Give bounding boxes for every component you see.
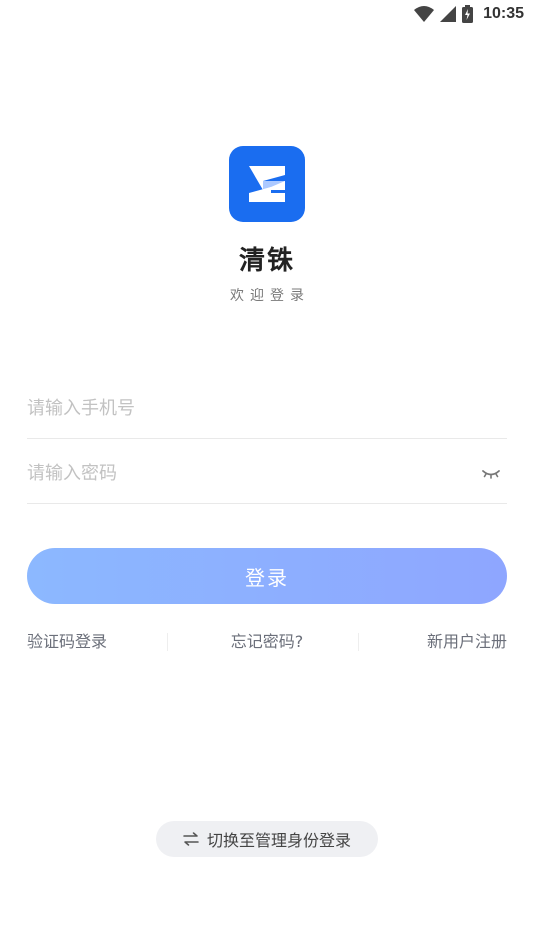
status-bar: 10:35 (0, 0, 534, 28)
auth-links: 验证码登录 忘记密码? 新用户注册 (27, 630, 507, 654)
phone-field-container (27, 378, 507, 439)
password-input[interactable] (27, 453, 507, 493)
sms-login-link[interactable]: 验证码登录 (27, 630, 107, 654)
welcome-subtitle: 欢迎登录 (230, 288, 310, 304)
battery-icon (462, 5, 474, 23)
register-link[interactable]: 新用户注册 (427, 630, 507, 654)
eye-closed-icon[interactable] (481, 463, 501, 483)
forgot-password-link[interactable]: 忘记密码? (231, 632, 304, 651)
signal-icon (440, 6, 457, 22)
switch-admin-login-button[interactable]: 切换至管理身份登录 (156, 821, 378, 857)
wifi-icon (414, 6, 435, 22)
logo-z-icon (249, 166, 285, 202)
swap-arrows-icon (183, 832, 199, 846)
status-icons: 10:35 (414, 4, 524, 24)
app-logo (229, 146, 305, 222)
login-button[interactable]: 登录 (27, 548, 507, 604)
link-divider (358, 633, 359, 651)
link-divider (167, 633, 168, 651)
status-time: 10:35 (483, 5, 524, 22)
password-field-container (27, 443, 507, 504)
phone-input[interactable] (27, 388, 507, 428)
switch-admin-login-label: 切换至管理身份登录 (206, 831, 351, 850)
app-name: 清铢 (238, 246, 295, 276)
